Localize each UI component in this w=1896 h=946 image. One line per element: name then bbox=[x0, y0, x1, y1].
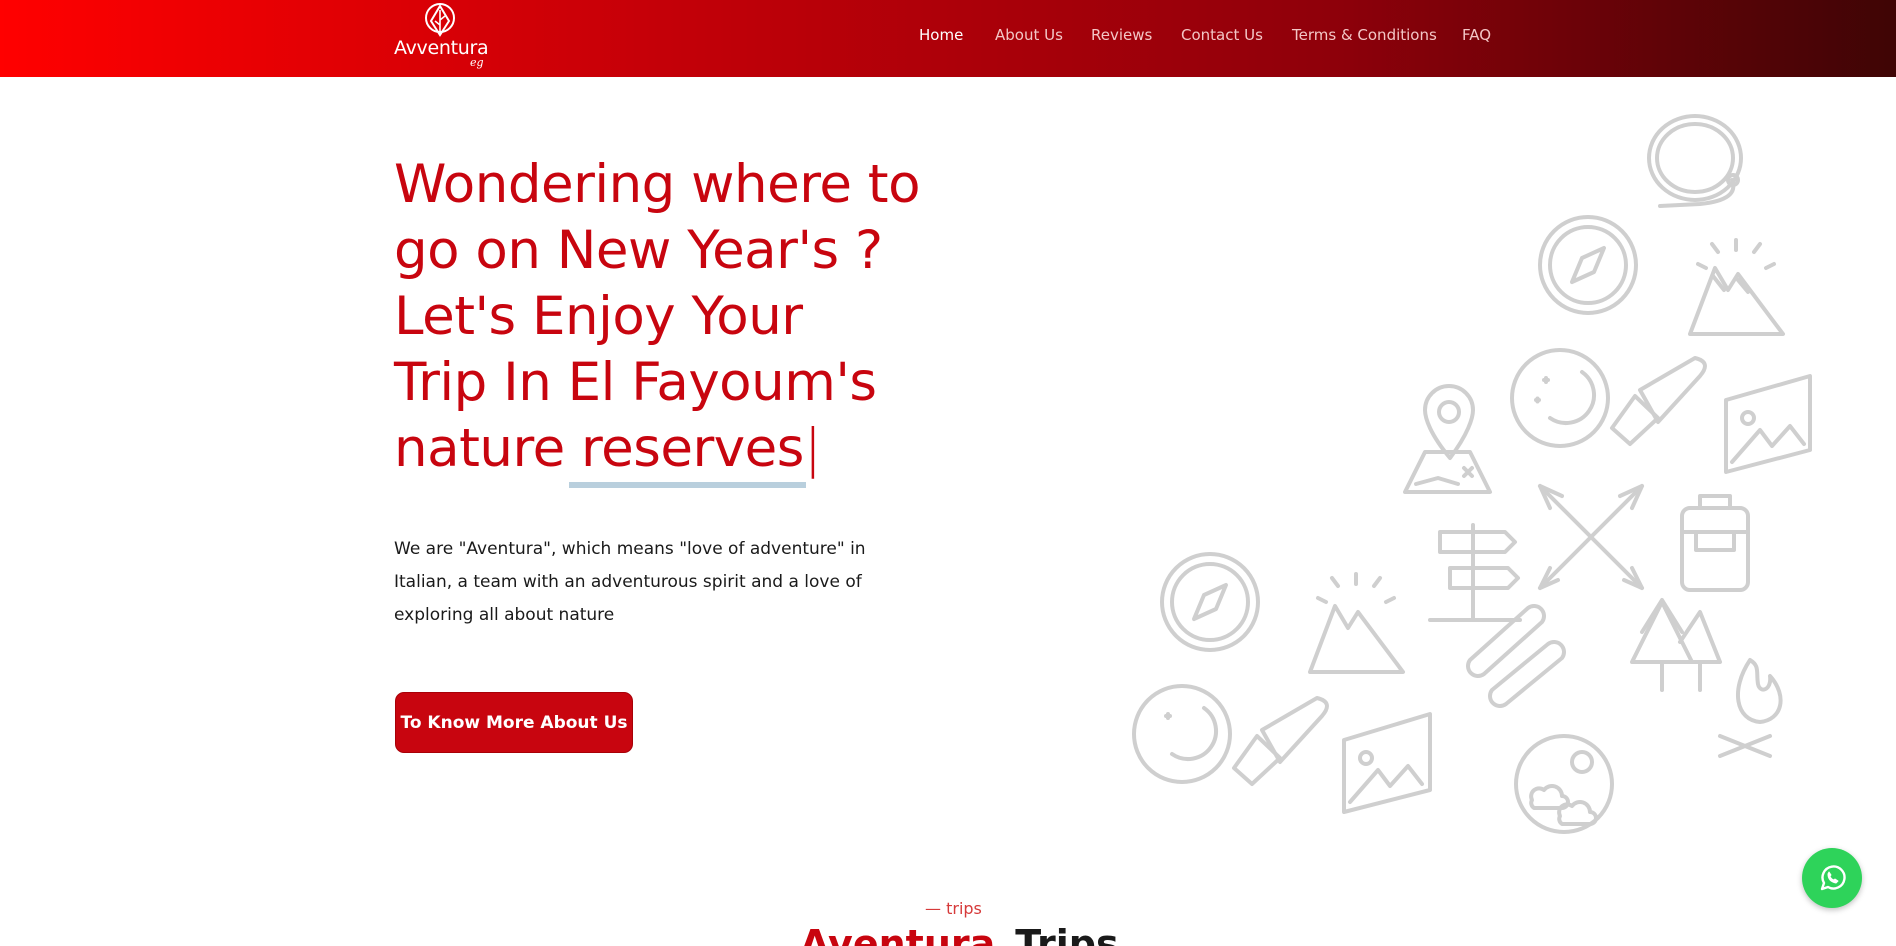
nav-home[interactable]: Home bbox=[919, 26, 963, 44]
hero-title-line: Let's Enjoy Your bbox=[394, 286, 803, 347]
compass-icon bbox=[1160, 552, 1260, 652]
know-more-button[interactable]: To Know More About Us bbox=[395, 692, 633, 753]
mountains-sun-icon bbox=[1688, 238, 1785, 336]
logo-subtext: eg bbox=[470, 56, 484, 69]
backpack-icon bbox=[1680, 494, 1750, 592]
mountains-sun-icon bbox=[1308, 572, 1405, 674]
campfire-icon bbox=[1718, 658, 1783, 758]
typing-cursor: | bbox=[803, 418, 822, 479]
moon-stars-icon bbox=[1510, 348, 1610, 448]
crossed-arrows-icon bbox=[1538, 484, 1644, 590]
typed-word: reserves bbox=[569, 416, 806, 488]
section-subtitle: — trips bbox=[925, 899, 982, 918]
moon-stars-icon bbox=[1132, 684, 1232, 784]
weather-sun-clouds-icon bbox=[1514, 734, 1614, 834]
nav-faq[interactable]: FAQ bbox=[1462, 26, 1491, 44]
hero-title-line: Wondering where to bbox=[394, 154, 921, 215]
signpost-icon bbox=[1428, 523, 1522, 622]
hero-title: Wondering where to go on New Year's ? Le… bbox=[394, 152, 994, 488]
picture-icon bbox=[1342, 712, 1432, 814]
site-header: Avventura eg Home About Us Reviews Conta… bbox=[0, 0, 1896, 77]
section-title: Aventura Trips bbox=[800, 922, 1119, 946]
adventure-illustration bbox=[1132, 114, 1812, 834]
compass-icon bbox=[1538, 215, 1638, 315]
leaf-logo-icon bbox=[425, 3, 455, 37]
map-location-icon bbox=[1403, 384, 1492, 494]
section-title-main: Trips bbox=[1015, 922, 1119, 946]
whatsapp-button[interactable] bbox=[1802, 848, 1862, 908]
rope-icon bbox=[1647, 114, 1743, 208]
hero-title-line: go on New Year's ? bbox=[394, 220, 883, 281]
knife-icon bbox=[1610, 356, 1707, 446]
site-logo[interactable]: Avventura eg bbox=[394, 0, 489, 77]
nav-reviews[interactable]: Reviews bbox=[1091, 26, 1152, 44]
section-title-accent: Aventura bbox=[800, 922, 996, 946]
hero-title-line: Trip In El Fayoum's bbox=[394, 352, 877, 413]
hero-description: We are "Aventura", which means "love of … bbox=[394, 539, 866, 625]
picture-icon bbox=[1724, 374, 1812, 474]
whatsapp-icon bbox=[1820, 865, 1846, 891]
hero-title-last-line: nature reserves| bbox=[394, 416, 994, 488]
hero-title-line: nature bbox=[394, 418, 565, 479]
pine-trees-icon bbox=[1630, 598, 1722, 692]
nav-about-us[interactable]: About Us bbox=[995, 26, 1063, 44]
nav-terms-conditions[interactable]: Terms & Conditions bbox=[1292, 26, 1437, 44]
knife-icon bbox=[1232, 696, 1329, 786]
nav-contact-us[interactable]: Contact Us bbox=[1181, 26, 1263, 44]
